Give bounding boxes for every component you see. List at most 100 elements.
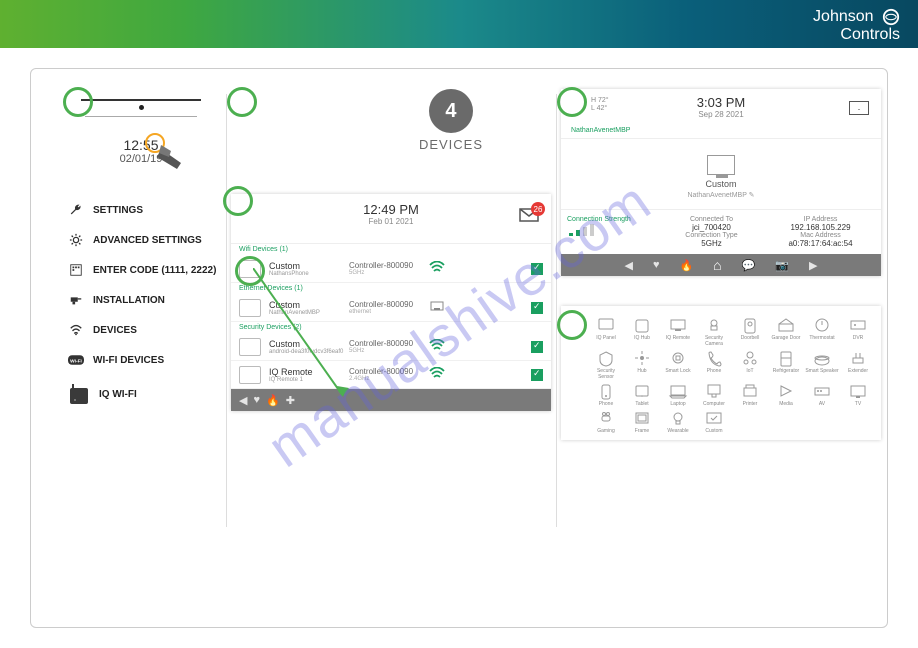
- touch-hand-icon: [143, 131, 189, 173]
- device-type-icon: [632, 382, 652, 400]
- step-marker-1: [63, 87, 93, 117]
- device-type-label: DVR: [841, 335, 875, 341]
- menu-installation[interactable]: INSTALLATION: [61, 285, 221, 315]
- device-type-printer[interactable]: Printer: [733, 382, 767, 407]
- detail-body: Custom NathanAvenetMBP ✎: [561, 139, 881, 209]
- device-type-iot[interactable]: IoT: [733, 349, 767, 380]
- device-type-gaming[interactable]: Gaming: [589, 409, 623, 434]
- device-type-label: Custom: [697, 428, 731, 434]
- device-type-icon: [776, 382, 796, 400]
- device-type-label: Smart Speaker: [805, 368, 839, 374]
- menu-devices[interactable]: DEVICES: [61, 315, 221, 345]
- temp-high: H 72°: [591, 97, 609, 104]
- menu-iq-wifi[interactable]: IQ WI-FI: [61, 375, 221, 413]
- device-type-icon: [848, 349, 868, 367]
- menu-enter-code[interactable]: ENTER CODE (1111, 2222): [61, 255, 221, 285]
- monitor-icon: [707, 155, 735, 175]
- device-type-label: Tablet: [625, 401, 659, 407]
- menu-settings[interactable]: SETTINGS: [61, 195, 221, 225]
- device-type-label: Refrigerator: [769, 368, 803, 374]
- device-type-label: IQ Hub: [625, 335, 659, 341]
- guide-arrow: [253, 268, 353, 398]
- device-type-icon: [596, 316, 616, 334]
- device-type-tablet[interactable]: Tablet: [625, 382, 659, 407]
- wifi-icon: [65, 321, 87, 339]
- detail-info-row: Connection Strength Connected To jci_700…: [561, 209, 881, 254]
- device-type-media[interactable]: Media: [769, 382, 803, 407]
- wifi-signal-icon: [429, 261, 449, 276]
- device-type-icon: [596, 382, 616, 400]
- device-type-icon: [812, 349, 832, 367]
- device-type-security-camera[interactable]: Security Camera: [697, 316, 731, 347]
- device-type-dvr[interactable]: DVR: [841, 316, 875, 347]
- info-value: 192.168.105.229: [766, 223, 875, 232]
- device-type-label: Phone: [697, 368, 731, 374]
- device-type-icon: [632, 409, 652, 427]
- device-type-iq-hub[interactable]: IQ Hub: [625, 316, 659, 347]
- router-icon: [65, 381, 93, 407]
- device-type-computer[interactable]: Computer: [697, 382, 731, 407]
- device-type-label: Security Camera: [697, 335, 731, 347]
- divider: [556, 94, 557, 527]
- device-type-icon: [632, 349, 652, 367]
- device-type-av[interactable]: AV: [805, 382, 839, 407]
- device-type-hub[interactable]: Hub: [625, 349, 659, 380]
- device-type-phone[interactable]: Phone: [697, 349, 731, 380]
- device-type-iq-remote[interactable]: IQ Remote: [661, 316, 695, 347]
- device-type-smart-speaker[interactable]: Smart Speaker: [805, 349, 839, 380]
- ethernet-icon: [429, 300, 449, 315]
- device-type-icon: [668, 382, 688, 400]
- shield-icon[interactable]: ♥: [653, 259, 660, 271]
- device-band: 5GHz: [349, 270, 429, 276]
- section-wifi: Wifi Devices (1): [231, 244, 551, 255]
- device-type-label: Garage Door: [769, 335, 803, 341]
- device-type-icon: [596, 409, 616, 427]
- detail-device-name: Custom: [561, 179, 881, 189]
- device-type-icon: [632, 316, 652, 334]
- device-type-icon: [704, 382, 724, 400]
- device-type-extender[interactable]: Extender: [841, 349, 875, 380]
- device-type-laptop[interactable]: Laptop: [661, 382, 695, 407]
- device-type-icon: [776, 316, 796, 334]
- device-type-doorbell[interactable]: Doorbell: [733, 316, 767, 347]
- flame-icon[interactable]: 🔥: [679, 259, 693, 272]
- chat-icon[interactable]: 💬: [742, 259, 756, 272]
- device-type-security-sensor[interactable]: Security Sensor: [589, 349, 623, 380]
- device-type-phone[interactable]: Phone: [589, 382, 623, 407]
- device-band: ethernet: [349, 309, 429, 315]
- device-type-label: Security Sensor: [589, 368, 623, 380]
- device-type-thermostat[interactable]: Thermostat: [805, 316, 839, 347]
- menu-label: IQ WI-FI: [99, 389, 137, 400]
- back-icon[interactable]: ◀: [239, 394, 247, 407]
- device-type-garage-door[interactable]: Garage Door: [769, 316, 803, 347]
- device-type-icon: [596, 349, 616, 367]
- device-controller: Controller-800090: [349, 261, 413, 270]
- wrench-icon: [65, 201, 87, 219]
- home-icon[interactable]: ⌂: [713, 257, 721, 273]
- device-type-icon: [668, 316, 688, 334]
- device-type-tv[interactable]: TV: [841, 382, 875, 407]
- step-marker-3: [223, 186, 253, 216]
- device-type-frame[interactable]: Frame: [625, 409, 659, 434]
- device-type-refrigerator[interactable]: Refrigerator: [769, 349, 803, 380]
- detail-device-sub[interactable]: NathanAvenetMBP ✎: [561, 191, 881, 199]
- brand-line2: Controls: [840, 26, 900, 43]
- detail-footer: ◀ ♥ 🔥 ⌂ 💬 📷 ▶: [561, 254, 881, 276]
- device-type-iq-panel[interactable]: IQ Panel: [589, 316, 623, 347]
- weather-temps: H 72° L 42°: [591, 97, 609, 114]
- wifi-signal-icon: [429, 339, 449, 354]
- menu-wifi-devices[interactable]: Wi-Fi WI-FI DEVICES: [61, 345, 221, 375]
- mail-icon[interactable]: [849, 101, 869, 115]
- device-band: 5GHz: [349, 348, 429, 354]
- menu-label: WI-FI DEVICES: [93, 355, 164, 366]
- device-type-smart-lock[interactable]: Smart Lock: [661, 349, 695, 380]
- device-type-wearable[interactable]: Wearable: [661, 409, 695, 434]
- info-label: IP Address: [766, 216, 875, 223]
- detail-date: Sep 28 2021: [571, 110, 871, 119]
- device-detail-panel: H 72° L 42° 3:03 PM Sep 28 2021 NathanAv…: [561, 89, 881, 276]
- menu-advanced-settings[interactable]: ADVANCED SETTINGS: [61, 225, 221, 255]
- camera-icon[interactable]: 📷: [775, 259, 789, 272]
- forward-icon[interactable]: ▶: [809, 259, 817, 272]
- device-type-custom[interactable]: Custom: [697, 409, 731, 434]
- back-icon[interactable]: ◀: [624, 259, 632, 272]
